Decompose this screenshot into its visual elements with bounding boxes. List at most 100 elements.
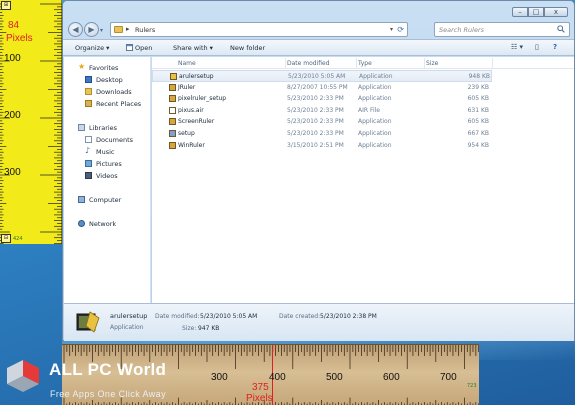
file-type: Application bbox=[358, 130, 392, 137]
help-icon[interactable]: ? bbox=[553, 43, 557, 51]
address-bar[interactable]: ▸ Rulers ▾ ⟳ bbox=[110, 22, 408, 37]
column-type[interactable]: Type bbox=[358, 60, 372, 67]
file-name: arulersetup bbox=[179, 73, 214, 80]
nav-recent-places-label: Recent Places bbox=[96, 100, 142, 108]
ruler-app-icon bbox=[169, 83, 176, 91]
file-row[interactable]: pixus.air 5/23/2010 2:33 PM AIR File 631 KB bbox=[152, 105, 492, 117]
ruler-top-handle-icon[interactable]: ⊞ bbox=[1, 1, 11, 10]
details-file-name: arulersetup bbox=[110, 312, 148, 320]
column-divider[interactable] bbox=[424, 58, 425, 68]
setup-icon bbox=[169, 130, 176, 137]
vertical-ruler[interactable]: ⊞ 84 Pixels 100 200 300 ⊟ 424 bbox=[0, 0, 62, 244]
nav-videos-label: Videos bbox=[96, 172, 118, 180]
file-row[interactable]: pixelruler_setup 5/23/2010 2:33 PM Applica… bbox=[152, 93, 492, 105]
vertical-length-readout: 424 bbox=[13, 236, 23, 242]
nav-pictures-label: Pictures bbox=[96, 160, 122, 168]
column-header-row: Name Date modified Type Size bbox=[152, 57, 574, 69]
horizontal-pixel-unit: Pixels bbox=[246, 393, 273, 404]
column-divider[interactable] bbox=[492, 58, 493, 68]
file-date-modified: 3/15/2010 2:51 PM bbox=[287, 141, 344, 149]
file-row[interactable]: JRuler 8/27/2007 10:55 PM Application 239 K… bbox=[152, 82, 492, 94]
file-size: 954 KB bbox=[467, 141, 489, 149]
forward-arrow-icon: ▶ bbox=[88, 25, 95, 34]
nav-libraries-label: Libraries bbox=[89, 124, 118, 132]
horizontal-tick-label: 700 bbox=[440, 372, 457, 383]
close-button[interactable]: x bbox=[544, 7, 568, 17]
search-input[interactable]: Search Rulers bbox=[434, 22, 570, 37]
details-pane: arulersetup Application Date modified: 5… bbox=[64, 303, 574, 341]
file-row[interactable]: WinRuler 3/15/2010 2:51 PM Application 954 … bbox=[152, 140, 492, 152]
horizontal-tick-label: 500 bbox=[326, 372, 343, 383]
nav-favorites-label: Favorites bbox=[89, 64, 119, 72]
watermark-tagline: Free Apps One Click Away bbox=[50, 389, 166, 399]
refresh-icon[interactable]: ⟳ bbox=[397, 25, 404, 34]
view-options-icon[interactable]: ☷ ▾ bbox=[511, 43, 523, 51]
details-created-value: 5/23/2010 2:38 PM bbox=[320, 313, 377, 320]
air-file-icon bbox=[169, 106, 176, 114]
column-name[interactable]: Name bbox=[178, 60, 196, 67]
file-type: Application bbox=[358, 118, 392, 126]
ruler-app-icon bbox=[169, 118, 176, 126]
file-name: setup bbox=[178, 130, 195, 137]
open-button[interactable]: Open bbox=[126, 44, 152, 52]
file-date-modified: 5/23/2010 2:33 PM bbox=[287, 95, 344, 103]
star-icon: ★ bbox=[78, 62, 86, 71]
details-modified-label: Date modified: bbox=[155, 313, 200, 320]
column-date-modified[interactable]: Date modified bbox=[287, 60, 330, 67]
videos-icon bbox=[85, 172, 92, 179]
column-divider[interactable] bbox=[356, 58, 357, 68]
open-label: Open bbox=[135, 44, 153, 52]
details-file-type: Application bbox=[110, 324, 144, 331]
vertical-pixel-unit: Pixels bbox=[6, 33, 33, 44]
share-with-menu[interactable]: Share with ▾ bbox=[173, 44, 213, 52]
nav-music-label: Music bbox=[96, 148, 115, 156]
desktop-icon bbox=[85, 76, 92, 83]
navigation-pane: ★ Favorites Desktop Downloads Recent Pla… bbox=[64, 57, 151, 303]
maximize-button[interactable]: □ bbox=[528, 7, 544, 17]
minimize-button[interactable]: – bbox=[512, 7, 528, 17]
file-date-modified: 5/23/2010 5:05 AM bbox=[288, 73, 346, 80]
file-name: JRuler bbox=[178, 83, 196, 91]
nav-desktop-label: Desktop bbox=[96, 76, 123, 84]
address-dropdown-icon[interactable]: ▾ bbox=[390, 26, 393, 33]
forward-button[interactable]: ▶ bbox=[84, 22, 99, 37]
file-row[interactable]: setup 5/23/2010 2:33 PM Application 667 KB bbox=[152, 128, 492, 140]
nav-documents-label: Documents bbox=[96, 136, 134, 144]
file-size: 239 KB bbox=[467, 83, 489, 91]
file-size: 948 KB bbox=[468, 73, 490, 80]
column-divider[interactable] bbox=[285, 58, 286, 68]
file-row[interactable]: arulersetup 5/23/2010 5:05 AM Application 9… bbox=[152, 70, 492, 82]
file-type: Application bbox=[358, 95, 392, 103]
nav-downloads-label: Downloads bbox=[96, 88, 132, 96]
details-created-label: Date created: bbox=[279, 313, 321, 320]
ruler-bottom-handle-icon[interactable]: ⊟ bbox=[1, 234, 11, 243]
horizontal-tick-label: 600 bbox=[383, 372, 400, 383]
music-icon: ♪ bbox=[85, 146, 91, 155]
file-name: pixus.air bbox=[178, 106, 204, 114]
watermark-logo-icon bbox=[7, 360, 39, 392]
recent-locations-dropdown[interactable]: ▾ bbox=[100, 27, 103, 34]
search-icon[interactable] bbox=[557, 25, 565, 33]
vertical-tick-label: 300 bbox=[4, 167, 21, 178]
file-date-modified: 5/23/2010 2:33 PM bbox=[287, 130, 344, 137]
column-size[interactable]: Size bbox=[426, 60, 438, 67]
file-row[interactable]: ScreenRuler 5/23/2010 2:33 PM Application 6… bbox=[152, 116, 492, 128]
title-bar[interactable]: – □ x ◀ ▶ ▾ ▸ Rulers ▾ ⟳ Search Rulers bbox=[63, 1, 574, 39]
ruler-app-icon bbox=[169, 141, 176, 149]
documents-icon bbox=[85, 136, 92, 143]
address-path[interactable]: Rulers bbox=[135, 26, 155, 34]
vertical-tick-label: 100 bbox=[4, 53, 21, 64]
ruler-app-icon bbox=[169, 95, 176, 103]
installer-icon bbox=[76, 311, 100, 333]
folder-icon bbox=[114, 26, 123, 33]
file-name: ScreenRuler bbox=[178, 118, 215, 126]
horizontal-tick-label: 300 bbox=[211, 372, 228, 383]
libraries-icon bbox=[78, 124, 85, 131]
back-button[interactable]: ◀ bbox=[68, 22, 83, 37]
organize-menu[interactable]: Organize ▾ bbox=[75, 44, 109, 52]
vertical-pixel-readout: 84 bbox=[8, 20, 20, 31]
preview-pane-icon[interactable]: ▯ bbox=[535, 43, 539, 51]
breadcrumb-arrow-icon[interactable]: ▸ bbox=[126, 25, 130, 33]
recent-places-icon bbox=[85, 100, 92, 107]
new-folder-button[interactable]: New folder bbox=[230, 44, 265, 52]
